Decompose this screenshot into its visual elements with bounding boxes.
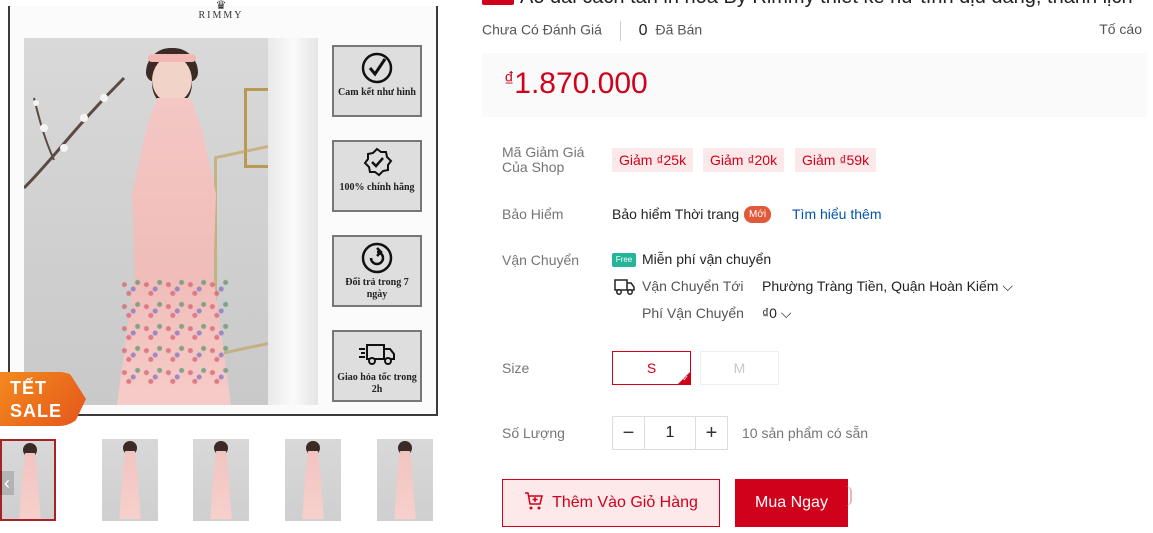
thumbnail-5[interactable] xyxy=(377,439,433,521)
size-option-label: S xyxy=(646,360,657,376)
voucher-chip[interactable]: Giảm ₫59k xyxy=(795,148,877,172)
thumbnail-2[interactable] xyxy=(102,439,158,521)
shipping-label: Vận Chuyển xyxy=(502,252,580,268)
insurance-name: Bảo hiểm Thời trang xyxy=(612,206,740,222)
price-box: ₫1.870.000 xyxy=(482,53,1147,117)
new-badge: Mới xyxy=(744,206,772,223)
ship-to-dropdown[interactable]: Phường Tràng Tiền, Quận Hoàn Kiếm ⌵ xyxy=(762,278,1013,295)
badge-icon xyxy=(363,147,393,177)
mall-tag xyxy=(482,0,514,5)
chevron-left-icon[interactable]: ‹ xyxy=(0,471,14,495)
badge-line2: SALE xyxy=(10,401,63,421)
size-label: Size xyxy=(502,360,530,376)
free-shipping-text: Miễn phí vận chuyển xyxy=(642,251,772,267)
model-photo xyxy=(24,38,318,405)
thumbnail-3[interactable] xyxy=(193,439,249,521)
product-main-image[interactable]: ♛ RIMMY Cam kết như hình 100% chính hãng… xyxy=(0,0,440,426)
rating-text[interactable]: Chưa Có Đánh Giá xyxy=(482,22,602,38)
size-option-label: M xyxy=(733,360,746,376)
feature-label: Giao hỏa tốc trong 2h xyxy=(337,372,417,395)
delivery-truck-icon xyxy=(359,344,395,365)
free-shipping-icon: Free xyxy=(612,253,636,267)
thumbnail-4[interactable] xyxy=(285,439,341,521)
cart-add-icon xyxy=(525,492,544,510)
brand-logo: ♛ RIMMY xyxy=(196,0,246,21)
feature-label: 100% chính hãng xyxy=(339,182,415,193)
button-edge-decoration xyxy=(846,486,852,506)
product-title: Áo dài cách tân in hoa By Rimmy thiết kế… xyxy=(520,0,1133,8)
thumbnail-strip: ‹ xyxy=(0,437,440,523)
badge-line1: TẾT xyxy=(10,378,47,398)
learn-more-link[interactable]: Tìm hiểu thêm xyxy=(792,206,881,222)
feature-authentic: 100% chính hãng xyxy=(332,140,422,212)
feature-label: Cam kết như hình xyxy=(338,87,416,98)
report-link[interactable]: Tố cáo xyxy=(1099,21,1142,37)
sold-count: 0 xyxy=(638,21,648,39)
insurance-label: Bảo Hiểm xyxy=(502,206,564,222)
crown-icon: ♛ xyxy=(215,0,227,12)
shipping-fee-dropdown[interactable]: ₫0 ⌵ xyxy=(762,305,791,322)
rating-row: Chưa Có Đánh Giá 0 Đã Bán Tố cáo xyxy=(482,21,1142,41)
headband xyxy=(148,54,196,62)
increase-button[interactable]: + xyxy=(695,417,727,449)
sold-label: Đã Bán xyxy=(655,21,703,38)
curtain-decoration xyxy=(268,38,318,405)
brand-name: RIMMY xyxy=(198,10,244,21)
feature-label: Đổi trả trong 7 ngày xyxy=(345,277,409,300)
tet-sale-badge: TẾT SALE xyxy=(0,372,86,426)
divider xyxy=(619,21,621,41)
decrease-button[interactable]: − xyxy=(613,417,645,449)
check-circle-icon xyxy=(361,52,393,84)
buy-now-button[interactable]: Mua Ngay xyxy=(735,479,848,527)
price-value: 1.870.000 xyxy=(514,67,648,100)
feature-list: Cam kết như hình 100% chính hãng Đổi trả… xyxy=(332,45,424,425)
voucher-chip[interactable]: Giảm ₫25k xyxy=(612,148,694,172)
voucher-chip[interactable]: Giảm ₫20k xyxy=(703,148,785,172)
blossom-branch-decoration xyxy=(24,76,126,190)
size-option-m[interactable]: M xyxy=(700,351,779,385)
quantity-stepper: − 1 + xyxy=(612,416,728,450)
voucher-label: Mã Giảm Giá Của Shop xyxy=(502,144,585,175)
product-page: { "gallery": { "brand_name": "RIMMY", "f… xyxy=(0,0,1153,533)
floral-print xyxy=(120,278,230,388)
add-to-cart-button[interactable]: Thêm Vào Giỏ Hàng xyxy=(502,479,720,527)
return-icon xyxy=(361,242,393,274)
currency-symbol: ₫ xyxy=(504,69,515,91)
price: ₫1.870.000 xyxy=(504,67,648,101)
feature-return: Đổi trả trong 7 ngày xyxy=(332,235,422,307)
product-title-row: Áo dài cách tân in hoa By Rimmy thiết kế… xyxy=(482,0,1153,10)
feature-guarantee: Cam kết như hình xyxy=(332,45,422,117)
quantity-label: Số Lượng xyxy=(502,425,565,441)
feature-express: Giao hỏa tốc trong 2h xyxy=(332,330,422,402)
add-to-cart-label: Thêm Vào Giỏ Hàng xyxy=(552,494,698,511)
size-option-s[interactable]: S ✓ xyxy=(612,351,691,385)
shipping-fee-label: Phí Vận Chuyển xyxy=(642,305,744,321)
quantity-input[interactable]: 1 xyxy=(645,417,695,449)
check-icon: ✓ xyxy=(682,374,689,383)
truck-icon xyxy=(614,279,635,295)
ship-to-label: Vận Chuyển Tới xyxy=(642,278,744,294)
stock-text: 10 sản phẩm có sẵn xyxy=(742,425,869,441)
